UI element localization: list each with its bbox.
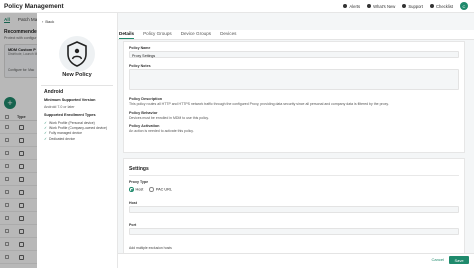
radio-host[interactable]: Host <box>129 187 143 192</box>
activation-title: Policy Activation <box>129 124 160 128</box>
tab-devices[interactable]: Devices <box>220 30 236 39</box>
back-button[interactable]: ‹ Back <box>42 19 54 24</box>
avatar[interactable]: C <box>460 2 468 10</box>
policy-name-label: Policy Name <box>129 46 151 50</box>
enrollment-types-list: ✓ Work Profile (Personal device) ✓ Work Pr… <box>44 120 107 142</box>
bell-icon <box>343 4 348 8</box>
port-input[interactable] <box>129 228 459 235</box>
port-label: Port <box>129 223 137 227</box>
tab-details[interactable]: Details <box>119 30 135 39</box>
save-button[interactable]: Save <box>449 256 469 264</box>
policy-summary-panel: ‹ Back New Policy Android Minimum Suppor… <box>37 13 117 268</box>
rocket-icon <box>430 4 434 8</box>
host-label: Host <box>129 201 137 205</box>
behavior-text: Devices must be enrolled in MDM to use t… <box>129 116 209 120</box>
radio-selected-icon <box>129 187 134 192</box>
list-item: ✓ Work Profile (Company-owned device) <box>44 126 107 131</box>
cancel-button[interactable]: Cancel <box>432 257 444 262</box>
behavior-title: Policy Behavior <box>129 111 158 115</box>
os-label: Android <box>44 89 64 95</box>
tab-device-groups[interactable]: Device Groups <box>181 30 211 39</box>
whats-new-link[interactable]: What's New <box>367 4 395 9</box>
proxy-type-radio-group: Host PAC URL <box>129 187 172 192</box>
drawer-footer: Cancel Save <box>118 253 474 268</box>
details-card: Policy Name Proxy Settings Policy Notes … <box>123 41 465 153</box>
list-item: ✓ Dedicated device <box>44 136 76 141</box>
description-title: Policy Description <box>129 97 163 101</box>
checklist-link[interactable]: Checklist <box>430 4 453 9</box>
proxy-type-label: Proxy Type <box>129 180 149 184</box>
settings-card: Settings Proxy Type Host PAC URL Host Po… <box>123 158 465 261</box>
policy-drawer: ‹ Back New Policy Android Minimum Suppor… <box>37 13 474 268</box>
top-header: Policy Management Alerts What's New Supp… <box>0 0 474 13</box>
page-title: Policy Management <box>4 2 64 10</box>
min-version-label: Minimum Supported Version <box>44 98 96 102</box>
chevron-left-icon: ‹ <box>42 19 44 24</box>
check-icon: ✓ <box>44 136 48 141</box>
enrollment-types-label: Supported Enrollment Types <box>44 113 96 117</box>
alerts-link[interactable]: Alerts <box>343 4 360 9</box>
description-text: This policy routes all HTTP and HTTPS ne… <box>129 102 389 106</box>
activation-text: An action is needed to activate this pol… <box>129 129 194 133</box>
detail-tabs: Details Policy Groups Device Groups Devi… <box>118 30 474 40</box>
policy-detail-panel: Details Policy Groups Device Groups Devi… <box>118 13 474 268</box>
megaphone-icon <box>367 4 372 8</box>
host-input[interactable] <box>129 206 459 213</box>
exclusion-hosts-text: Add multiple exclusion hosts <box>129 246 172 250</box>
radio-unselected-icon <box>149 187 154 192</box>
shield-icon <box>57 35 97 75</box>
divider <box>41 85 113 86</box>
policy-title: New Policy <box>62 72 92 78</box>
check-icon: ✓ <box>44 126 48 131</box>
radio-pac-url[interactable]: PAC URL <box>149 187 172 192</box>
min-version-value: Android 7.0 or later <box>44 105 75 109</box>
divider <box>129 175 459 176</box>
check-icon: ✓ <box>44 131 48 136</box>
check-icon: ✓ <box>44 120 48 125</box>
help-icon <box>402 4 407 8</box>
policy-notes-textarea[interactable] <box>129 69 459 90</box>
policy-notes-label: Policy Notes <box>129 64 151 68</box>
policy-name-input[interactable]: Proxy Settings <box>129 51 459 58</box>
settings-title: Settings <box>129 166 149 172</box>
tab-policy-groups[interactable]: Policy Groups <box>143 30 172 39</box>
support-link[interactable]: Support <box>402 4 423 9</box>
